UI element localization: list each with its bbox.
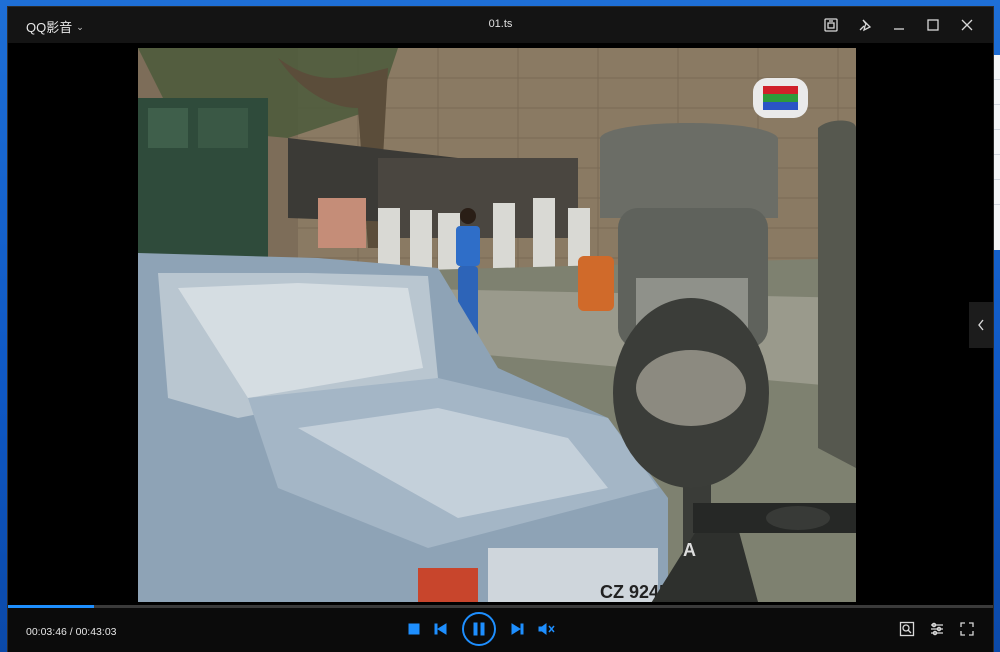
maximize-button[interactable]	[921, 14, 945, 36]
equalizer-icon	[931, 622, 943, 636]
side-panel-toggle[interactable]	[969, 302, 993, 348]
fullscreen-icon	[960, 622, 974, 636]
previous-icon	[434, 623, 447, 635]
next-icon	[511, 623, 524, 635]
time-display: 00:03:46 / 00:43:03	[26, 626, 117, 638]
equalizer-button[interactable]	[929, 621, 945, 637]
close-button[interactable]	[955, 14, 979, 36]
app-menu-button[interactable]: QQ影音 ⌄	[26, 17, 84, 36]
chevron-down-icon: ⌄	[76, 21, 84, 32]
stop-icon	[408, 623, 420, 635]
previous-button[interactable]	[434, 622, 448, 636]
screenshot-icon	[824, 18, 838, 32]
minimize-icon	[894, 28, 904, 30]
player-window: QQ影音 ⌄ 01.ts CZ 9245 A 00:03:46 / 00:43:…	[8, 7, 993, 652]
pin-button[interactable]	[853, 14, 877, 36]
pause-button[interactable]	[462, 612, 496, 646]
next-button[interactable]	[510, 622, 524, 636]
fullscreen-button[interactable]	[959, 621, 975, 637]
video-frame[interactable]: CZ 9245 A	[138, 48, 856, 602]
zoom-button[interactable]	[899, 621, 915, 637]
stop-button[interactable]	[408, 623, 420, 635]
minimize-button[interactable]	[887, 14, 911, 36]
mute-icon	[538, 623, 555, 635]
chevron-left-icon	[978, 319, 984, 331]
close-icon	[961, 19, 973, 31]
control-bar: 00:03:46 / 00:43:03	[8, 608, 993, 652]
title-bar: QQ影音 ⌄ 01.ts	[8, 7, 993, 43]
mute-button[interactable]	[538, 622, 556, 636]
zoom-icon	[899, 621, 915, 637]
maximize-icon	[927, 19, 939, 31]
app-brand: QQ影音	[26, 20, 73, 35]
pause-icon	[473, 622, 485, 636]
pin-icon	[859, 19, 872, 32]
screenshot-button[interactable]	[819, 14, 843, 36]
meter-letter: A	[683, 540, 696, 560]
